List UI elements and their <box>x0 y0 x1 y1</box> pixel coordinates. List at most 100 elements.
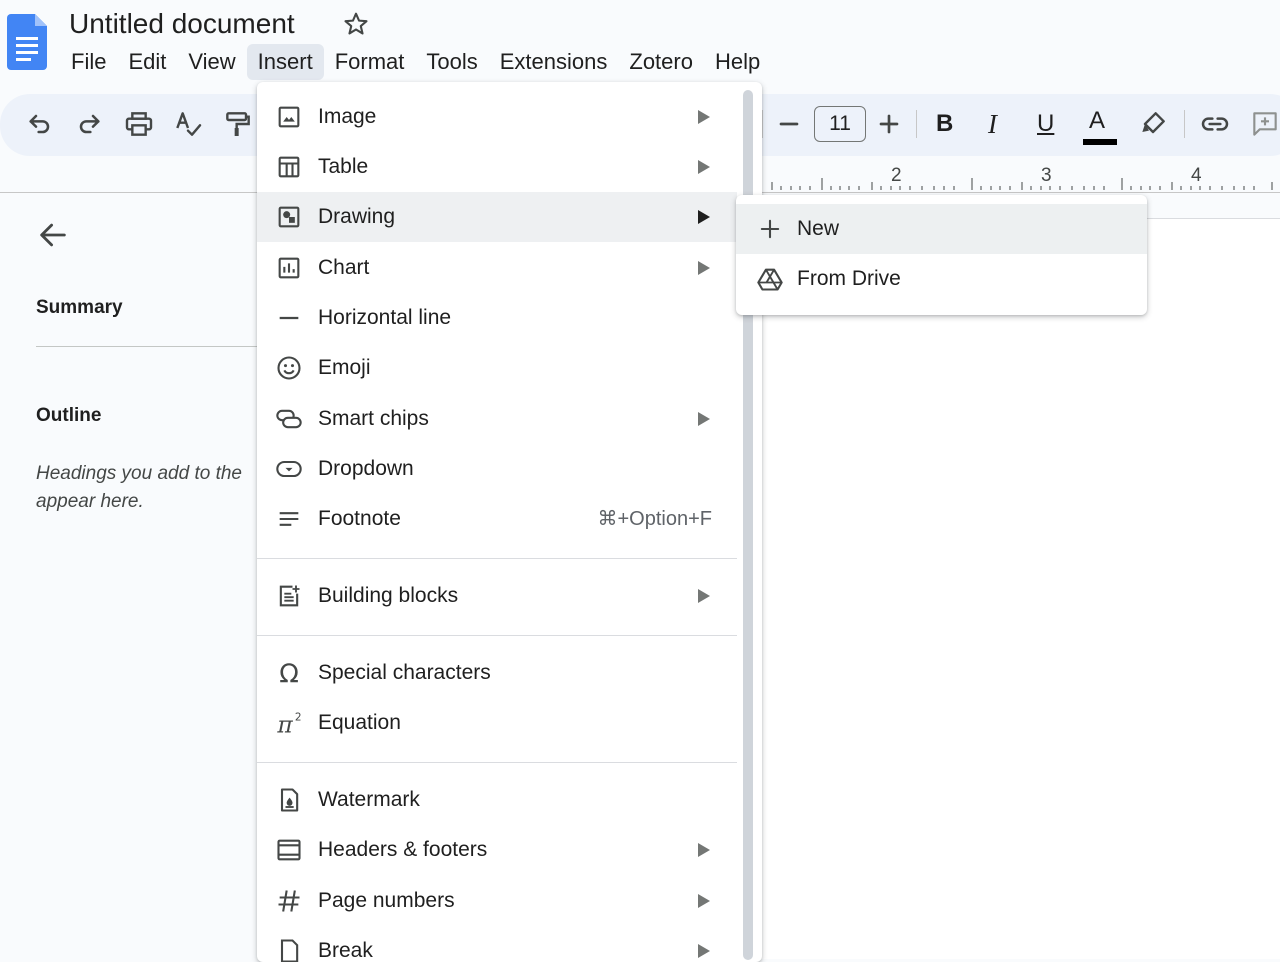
submenu-arrow-icon <box>697 209 711 225</box>
menu-item-emoji[interactable]: Emoji <box>257 343 737 393</box>
print-icon[interactable] <box>123 108 155 140</box>
menu-item-label: Emoji <box>318 356 371 379</box>
dropdown-icon <box>275 455 303 483</box>
horizontal-line-icon <box>275 304 303 332</box>
menu-item-label: Drawing <box>318 205 396 228</box>
summary-heading: Summary <box>36 297 123 318</box>
submenu-arrow-icon <box>697 411 711 427</box>
footnote-icon <box>275 505 303 533</box>
menu-divider <box>257 635 737 636</box>
menu-item-break[interactable]: Break <box>257 926 737 962</box>
submenu-item-new[interactable]: New <box>736 204 1147 254</box>
decrease-font-size-icon[interactable] <box>773 108 805 140</box>
submenu-arrow-icon <box>697 109 711 125</box>
watermark-icon <box>275 786 303 814</box>
text-color-button[interactable]: A <box>1089 104 1105 138</box>
menu-item-watermark[interactable]: Watermark <box>257 775 737 825</box>
link-icon[interactable] <box>1199 108 1231 140</box>
document-title[interactable]: Untitled document <box>69 6 295 42</box>
menu-item-label: Watermark <box>318 788 420 811</box>
highlight-icon[interactable] <box>1137 108 1169 140</box>
image-icon <box>275 103 303 131</box>
italic-button[interactable]: I <box>988 107 997 141</box>
document-page[interactable] <box>760 218 1280 959</box>
menu-item-equation[interactable]: π2 Equation <box>257 698 737 748</box>
menu-item-label: Building blocks <box>318 584 459 607</box>
outline-hint-line: Headings you add to the <box>36 463 242 484</box>
drive-icon <box>756 265 784 293</box>
ruler[interactable] <box>760 160 1280 192</box>
bold-button[interactable]: B <box>936 107 953 141</box>
undo-icon[interactable] <box>24 108 56 140</box>
menu-item-label: Special characters <box>318 661 491 684</box>
menu-item-dropdown[interactable]: Dropdown <box>257 444 737 494</box>
drawing-icon <box>275 203 303 231</box>
menu-item-table[interactable]: Table <box>257 142 737 192</box>
spellcheck-icon[interactable] <box>172 108 204 140</box>
underline-button[interactable]: U <box>1037 107 1054 141</box>
menu-extensions[interactable]: Extensions <box>489 44 619 80</box>
menu-insert[interactable]: Insert <box>246 44 324 80</box>
menu-divider <box>257 762 737 763</box>
menu-item-building-blocks[interactable]: Building blocks <box>257 571 737 621</box>
headers-footers-icon <box>275 836 303 864</box>
menu-item-label: Page numbers <box>318 889 455 912</box>
menu-item-label: Chart <box>318 256 370 279</box>
menu-item-headers-footers[interactable]: Headers & footers <box>257 825 737 875</box>
menu-divider <box>257 558 737 559</box>
menu-tools[interactable]: Tools <box>415 44 488 80</box>
back-arrow-icon[interactable] <box>36 218 70 252</box>
menu-item-label: Dropdown <box>318 457 414 480</box>
pi-icon: π2 <box>275 709 303 738</box>
svg-text:Ω: Ω <box>279 659 299 687</box>
docs-logo-icon[interactable] <box>7 14 47 70</box>
toolbar-divider <box>1184 110 1185 138</box>
menu-format[interactable]: Format <box>324 44 416 80</box>
submenu-arrow-icon <box>697 260 711 276</box>
chart-icon <box>275 254 303 282</box>
outline-hint: Headings you add to the appear here. <box>36 460 264 516</box>
menu-item-chart[interactable]: Chart <box>257 243 737 293</box>
emoji-icon <box>275 354 303 382</box>
table-icon <box>275 153 303 181</box>
svg-text:2: 2 <box>295 712 302 724</box>
break-icon <box>275 937 303 962</box>
outline-heading: Outline <box>36 405 102 426</box>
ruler-number: 3 <box>1041 165 1052 186</box>
menu-item-label: Headers & footers <box>318 838 488 861</box>
drawing-submenu: New From Drive <box>736 195 1147 315</box>
menu-view[interactable]: View <box>177 44 246 80</box>
toolbar-divider <box>916 110 917 138</box>
submenu-arrow-icon <box>697 842 711 858</box>
submenu-item-label: From Drive <box>797 267 901 290</box>
submenu-arrow-icon <box>697 893 711 909</box>
menu-item-footnote[interactable]: Footnote ⌘+Option+F <box>257 494 737 544</box>
submenu-arrow-icon <box>697 159 711 175</box>
menu-item-drawing[interactable]: Drawing <box>257 192 737 242</box>
menu-item-label: Smart chips <box>318 407 429 430</box>
star-icon[interactable] <box>342 10 370 38</box>
menu-help[interactable]: Help <box>704 44 771 80</box>
menu-edit[interactable]: Edit <box>117 44 177 80</box>
menu-item-smart-chips[interactable]: Smart chips <box>257 394 737 444</box>
paint-format-icon[interactable] <box>222 108 254 140</box>
font-size-input[interactable] <box>814 106 866 142</box>
smart-chips-icon <box>275 405 303 433</box>
menu-file[interactable]: File <box>60 44 117 80</box>
menu-item-special-characters[interactable]: Ω Special characters <box>257 648 737 698</box>
menu-item-image[interactable]: Image <box>257 92 737 142</box>
svg-text:π: π <box>276 710 293 737</box>
submenu-item-from-drive[interactable]: From Drive <box>736 254 1147 304</box>
increase-font-size-icon[interactable] <box>873 108 905 140</box>
menu-zotero[interactable]: Zotero <box>618 44 704 80</box>
omega-icon: Ω <box>275 659 303 689</box>
menu-item-label: Horizontal line <box>318 306 452 329</box>
add-comment-icon[interactable] <box>1249 108 1280 140</box>
menu-item-horizontal-line[interactable]: Horizontal line <box>257 293 737 343</box>
ruler-number: 4 <box>1191 165 1202 186</box>
menu-item-page-numbers[interactable]: Page numbers <box>257 876 737 926</box>
redo-icon[interactable] <box>73 108 105 140</box>
insert-menu: Image Table Drawing Chart Horizontal lin… <box>257 82 762 962</box>
hash-icon <box>275 887 303 915</box>
footnote-shortcut: ⌘+Option+F <box>597 508 712 530</box>
